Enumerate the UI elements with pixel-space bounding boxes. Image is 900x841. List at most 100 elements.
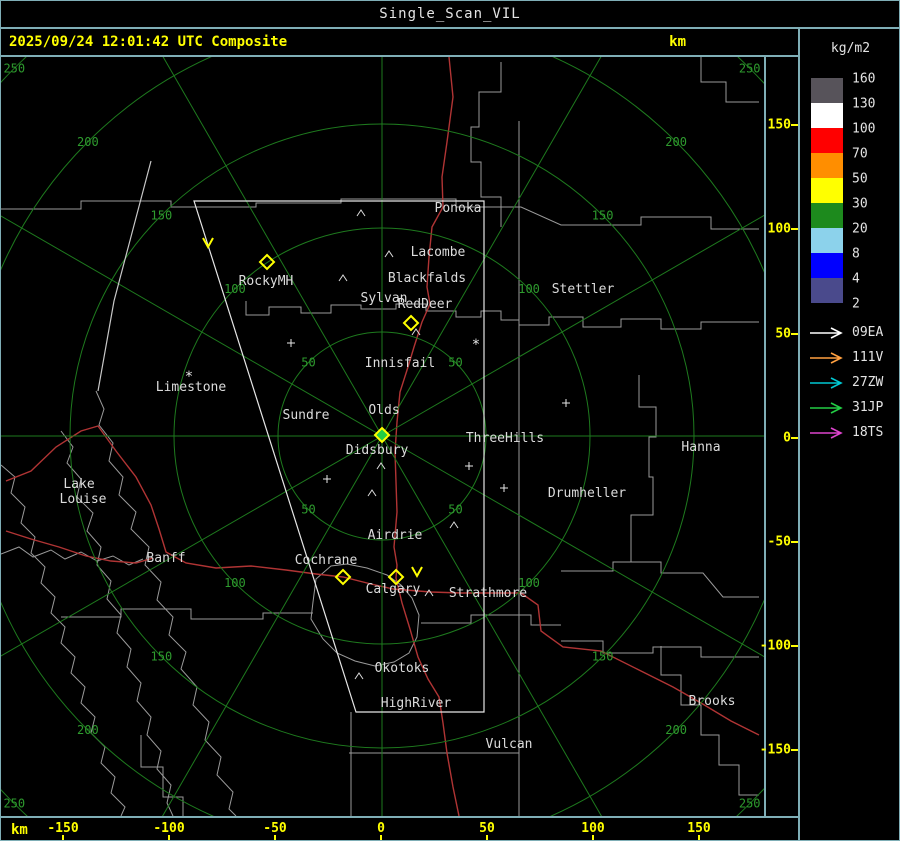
ring-distance-label: 50 [448,503,462,517]
right-axis-label: 50 [775,326,791,342]
right-axis-tick [791,749,798,751]
legend-scale-value: 70 [852,146,868,162]
town-label: Stettler [552,282,615,297]
ring-distance-label: 100 [224,576,246,590]
radar-id-label: 09EA [852,325,884,340]
arrow-glyph [810,327,843,339]
radar-map[interactable]: 50 50 50 50 100 100 100 100 150 150 150 150 200 200 20… [1,1,899,840]
town-label: Drumheller [548,486,626,501]
ring-distance-label: 100 [518,282,540,296]
town-label: Calgary [366,582,421,597]
radar-id-label: 18TS [852,425,884,440]
right-axis-label: -50 [767,534,791,550]
arrow-glyph [810,352,843,364]
radar-site-marker [258,253,276,271]
town-caret-marker [384,250,394,258]
legend-panel: kg/m2 160 130 100 70 50 30 20 8 4 2 09EA 111V 27ZW 31… [798,29,899,840]
town-label: Sundre [283,408,330,423]
right-axis-tick [791,541,798,543]
highway-line [5,530,154,564]
ring-distance-label: 200 [77,723,99,737]
radar-legend-row: 18TS [808,425,899,440]
town-label: Lake [63,477,94,492]
town-label: Airdrie [368,528,423,543]
bottom-axis-label: 0 [377,821,385,836]
town-plus-marker [562,399,570,407]
county-boundary-line [310,563,420,667]
right-axis: 150 100 50 0 -50 -100 -150 [760,57,798,816]
town-caret-marker [354,672,364,680]
town-label: Brooks [689,694,736,709]
town-star-marker: * [185,369,193,385]
legend-unit-label: kg/m2 [830,41,871,56]
right-axis-label: -150 [759,742,791,758]
scan-sector-edge-line [97,160,152,392]
right-axis-label: 100 [767,221,791,237]
town-label: Banff [146,551,185,566]
legend-color-swatch [811,228,843,253]
azimuth-spoke [381,435,868,717]
ring-distance-label: 200 [77,135,99,149]
town-label: Olds [368,403,399,418]
town-label: RedDeer [398,297,453,312]
ring-distance-label: 50 [301,355,315,369]
radar-arrow-marker [202,237,214,250]
bottom-axis-tick [62,835,64,840]
legend-color-swatch [811,203,843,228]
town-label: Innisfail [365,356,435,371]
legend-color-swatch [811,78,843,103]
town-label: Ponoka [435,201,482,216]
bottom-axis-label: -50 [263,821,287,836]
legend-scale-value: 4 [852,271,860,287]
legend-color-swatch [811,178,843,203]
legend-color-swatch [811,278,843,303]
azimuth-spoke [130,1,383,437]
town-plus-marker [323,475,331,483]
county-boundary-line [140,735,184,816]
town-label: Louise [60,492,107,507]
right-axis-tick [791,437,798,439]
radar-id-label: 31JP [852,400,884,415]
radar-id-label: 27ZW [852,375,884,390]
town-label: Didsbury [346,443,409,458]
highway-line [392,588,760,736]
ring-distance-label: 250 [739,797,761,811]
ring-distance-label: 250 [739,61,761,75]
header-bar: 2025/09/24 12:01:42 UTC Composite km [1,29,798,57]
bottom-axis-tick [380,835,382,840]
radar-legend-row: 31JP [808,400,899,415]
arrow-glyph [810,402,843,414]
town-label: Strathmore [449,586,527,601]
ring-distance-label: 150 [592,208,614,222]
ring-distance-label: 200 [665,723,687,737]
bottom-axis-label: -100 [153,821,185,836]
right-axis-label: -100 [759,638,791,654]
radar-vector-arrow-icon [810,377,843,389]
radar-app-window: Single_Scan_VIL 2025/09/24 12:01:42 UTC … [0,0,900,841]
radar-vector-arrow-icon [810,352,843,364]
ring-distance-label: 250 [3,797,25,811]
legend-color-swatch [811,103,843,128]
bottom-axis-tick [698,835,700,840]
town-caret-marker [376,462,386,470]
bottom-axis: km -150 -100 -50 0 50 100 150 [1,816,798,840]
town-label: HighRiver [381,696,452,711]
county-boundary-line [519,316,759,330]
right-axis-label: 150 [767,117,791,133]
county-boundary-line [95,390,237,817]
legend-scale-value: 130 [852,96,876,112]
radar-map-canvas[interactable]: 5050505010010010010015015015015020020020… [1,1,899,840]
county-boundary-line [1,198,759,230]
legend-scale-value: 20 [852,221,868,237]
radar-legend-row: 111V [808,351,899,365]
legend-color-swatch [811,153,843,178]
town-label: Hanna [681,440,720,455]
legend-color-swatch [811,128,843,153]
radar-site-marker [402,314,420,332]
arrow-glyph [810,377,843,389]
legend-scale-value: 2 [852,296,860,312]
radar-vector-arrow-icon [810,327,843,339]
county-boundary-line [660,646,759,796]
legend-scale-value: 160 [852,71,876,87]
ring-distance-label: 250 [3,61,25,75]
